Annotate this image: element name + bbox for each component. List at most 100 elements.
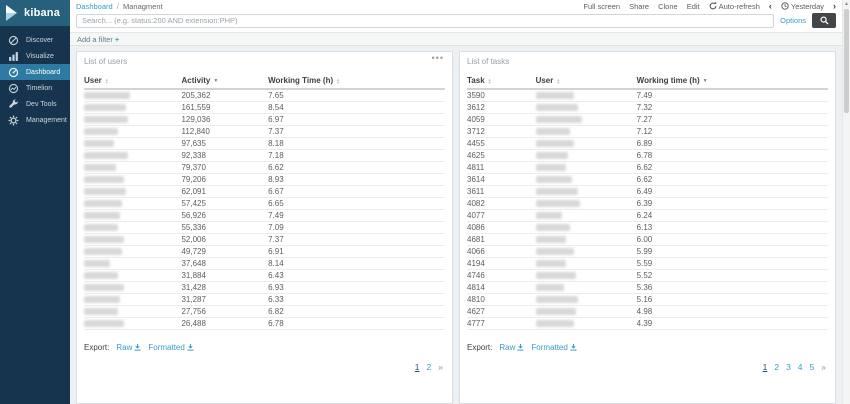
sidebar-item-management[interactable]: Management	[0, 112, 70, 128]
column-header-user[interactable]: User▲▼	[84, 75, 181, 89]
working-time-cell: 6.65	[268, 197, 445, 209]
table-row: 48105.16	[467, 293, 828, 305]
search-input[interactable]	[76, 14, 774, 28]
sidebar-item-dev-tools[interactable]: Dev Tools	[0, 96, 70, 112]
scrollbar-up-arrow-icon[interactable]: ▲	[843, 0, 850, 8]
column-header-working-time-h-[interactable]: Working Time (h)▲▼	[268, 75, 445, 89]
column-header-user[interactable]: User▲▼	[536, 75, 637, 89]
working-time-cell: 4.39	[637, 317, 828, 329]
redacted-user-name	[536, 296, 578, 303]
sort-icon: ▲▼	[105, 78, 109, 84]
redacted-user-name	[84, 128, 118, 135]
working-time-cell: 6.62	[637, 173, 828, 185]
top-bar: Dashboard / Managment Full screen Share …	[70, 0, 842, 12]
kibana-logo[interactable]: kibana	[0, 0, 70, 26]
download-icon	[570, 344, 577, 351]
kibana-logo-icon	[6, 5, 19, 21]
task-cell: 4086	[467, 221, 536, 233]
redacted-user-name	[536, 272, 576, 279]
working-time-cell: 7.32	[637, 101, 828, 113]
breadcrumb-dashboard-link[interactable]: Dashboard	[76, 2, 113, 11]
table-row: 37127.12	[467, 125, 828, 137]
panel-list-of-tasks: List of tasks Task▲▼User▲▼Working time (…	[459, 51, 836, 404]
task-cell: 4746	[467, 269, 536, 281]
activity-cell: 31,428	[181, 281, 268, 293]
time-picker-button[interactable]: Yesterday	[781, 2, 824, 11]
main-area: Dashboard / Managment Full screen Share …	[70, 0, 842, 404]
pagination-next-link[interactable]: »	[438, 362, 443, 372]
dashboard-icon	[7, 66, 20, 78]
redacted-user-name	[84, 116, 128, 123]
tasks-table: Task▲▼User▲▼Working time (h)▼ 35907.4936…	[467, 75, 828, 330]
pagination-page-2[interactable]: 2	[427, 362, 432, 372]
time-next-button[interactable]: ›	[833, 2, 836, 11]
activity-cell: 27,756	[181, 305, 268, 317]
table-row: 112,8407.37	[84, 125, 445, 137]
options-link[interactable]: Options	[780, 16, 806, 25]
column-header-working-time-h-[interactable]: Working time (h)▼	[637, 75, 828, 89]
working-time-cell: 4.98	[637, 305, 828, 317]
sidebar-item-discover[interactable]: Discover	[0, 32, 70, 48]
task-cell: 4059	[467, 113, 536, 125]
working-time-cell: 6.82	[268, 305, 445, 317]
pagination-page-1[interactable]: 1	[415, 362, 420, 372]
clone-button[interactable]: Clone	[658, 2, 678, 11]
export-formatted-link[interactable]: Formatted	[531, 343, 576, 352]
table-row: 205,3627.65	[84, 89, 445, 101]
task-cell: 4194	[467, 257, 536, 269]
full-screen-button[interactable]: Full screen	[583, 2, 620, 11]
table-row: 62,0916.67	[84, 185, 445, 197]
share-button[interactable]: Share	[629, 2, 649, 11]
task-cell: 3611	[467, 185, 536, 197]
pagination-next-link[interactable]: »	[821, 362, 826, 372]
sidebar-item-visualize[interactable]: Visualize	[0, 48, 70, 64]
redacted-user-name	[536, 200, 580, 207]
edit-button[interactable]: Edit	[687, 2, 700, 11]
users-pagination: 12 »	[84, 362, 445, 372]
user-cell	[536, 149, 637, 161]
user-cell	[84, 257, 181, 269]
column-header-activity[interactable]: Activity▼	[181, 75, 268, 89]
column-header-task[interactable]: Task▲▼	[467, 75, 536, 89]
time-prev-button[interactable]: ‹	[769, 2, 772, 11]
panel-options-icon[interactable]: •••	[432, 53, 444, 63]
working-time-cell: 6.62	[637, 161, 828, 173]
users-table-header-row: User▲▼Activity▼Working Time (h)▲▼	[84, 75, 445, 89]
column-header-label: Task	[467, 76, 485, 85]
pagination-page-1[interactable]: 1	[763, 362, 768, 372]
activity-cell: 79,370	[181, 161, 268, 173]
add-filter-button[interactable]: Add a filter+	[77, 35, 119, 44]
user-cell	[536, 185, 637, 197]
user-cell	[84, 137, 181, 149]
redacted-user-name	[84, 320, 124, 327]
activity-cell: 31,884	[181, 269, 268, 281]
export-label: Export:	[84, 343, 109, 352]
export-raw-link[interactable]: Raw	[116, 343, 141, 352]
task-cell: 3614	[467, 173, 536, 185]
user-cell	[536, 269, 637, 281]
pagination-page-5[interactable]: 5	[810, 362, 815, 372]
redacted-user-name	[84, 176, 124, 183]
pagination-page-2[interactable]: 2	[774, 362, 779, 372]
page-scrollbar[interactable]: ▲	[842, 0, 850, 404]
table-row: 55,3367.09	[84, 221, 445, 233]
working-time-cell: 8.93	[268, 173, 445, 185]
pagination-page-3[interactable]: 3	[786, 362, 791, 372]
search-button[interactable]	[812, 13, 836, 28]
working-time-cell: 6.62	[268, 161, 445, 173]
redacted-user-name	[536, 176, 572, 183]
breadcrumb: Dashboard / Managment	[76, 2, 163, 11]
scrollbar-thumb[interactable]	[844, 9, 849, 113]
auto-refresh-button[interactable]: Auto-refresh	[709, 2, 760, 11]
working-time-cell: 7.37	[268, 233, 445, 245]
sidebar-item-timelion[interactable]: Timelion	[0, 80, 70, 96]
discover-icon	[7, 34, 20, 46]
activity-cell: 112,840	[181, 125, 268, 137]
pagination-page-4[interactable]: 4	[798, 362, 803, 372]
working-time-cell: 6.89	[637, 137, 828, 149]
export-raw-link[interactable]: Raw	[499, 343, 524, 352]
redacted-user-name	[536, 152, 568, 159]
export-formatted-link[interactable]: Formatted	[148, 343, 193, 352]
user-cell	[536, 113, 637, 125]
sidebar-item-dashboard[interactable]: Dashboard	[0, 64, 70, 80]
